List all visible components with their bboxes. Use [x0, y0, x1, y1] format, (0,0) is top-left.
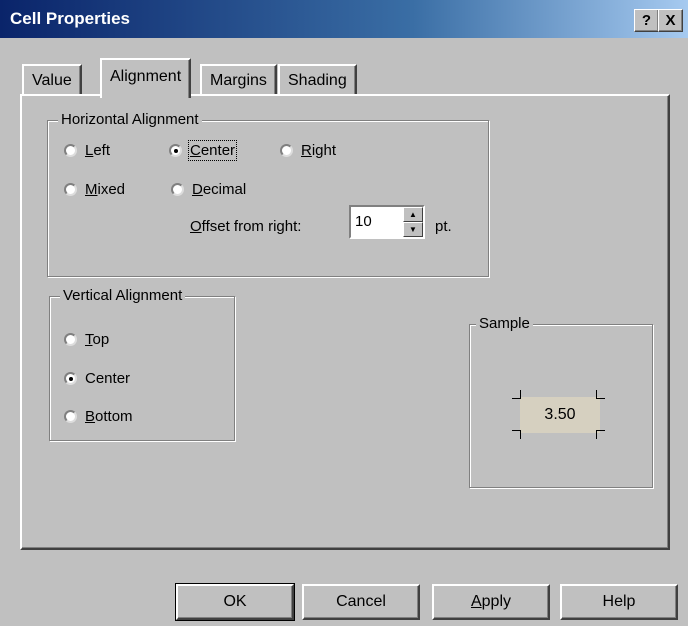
help-button[interactable]: ?	[634, 9, 659, 32]
radio-center-label: Center	[187, 140, 238, 161]
spin-down-button[interactable]: ▼	[403, 222, 423, 237]
radio-left[interactable]: Left	[64, 142, 110, 159]
tab-alignment[interactable]: Alignment	[100, 58, 192, 98]
radio-top-button[interactable]	[64, 333, 77, 346]
offset-unit-label: pt.	[435, 218, 452, 235]
help-dialog-button[interactable]: Help	[560, 584, 678, 620]
ok-button[interactable]: OK	[175, 583, 295, 621]
tab-value[interactable]: Value	[22, 64, 82, 96]
radio-left-label: Left	[85, 142, 111, 159]
window-title: Cell Properties	[10, 9, 130, 28]
apply-button[interactable]: Apply	[432, 584, 550, 620]
radio-mixed-label: Mixed	[85, 181, 126, 198]
sample-legend: Sample	[476, 315, 533, 332]
vertical-alignment-legend: Vertical Alignment	[60, 287, 186, 304]
tab-panel-alignment: Horizontal Alignment Left Center Right M…	[20, 94, 670, 550]
spin-up-button[interactable]: ▲	[403, 207, 423, 222]
sample-corner-bl	[512, 430, 521, 439]
radio-right-button[interactable]	[280, 144, 293, 157]
radio-bottom[interactable]: Bottom	[64, 408, 133, 425]
radio-right-label: Right	[301, 142, 337, 159]
radio-vcenter-button[interactable]	[64, 372, 77, 385]
sample-corner-br	[596, 430, 605, 439]
radio-top-label: Top	[85, 331, 110, 348]
radio-vcenter[interactable]: Center	[64, 370, 130, 387]
radio-top[interactable]: Top	[64, 331, 109, 348]
radio-center[interactable]: Center	[169, 140, 238, 161]
radio-mixed-button[interactable]	[64, 183, 77, 196]
radio-center-button[interactable]	[169, 144, 182, 157]
close-button[interactable]: X	[658, 9, 683, 32]
offset-from-right-label: Offset from right:	[190, 218, 302, 235]
horizontal-alignment-legend: Horizontal Alignment	[58, 111, 202, 128]
horizontal-alignment-group: Horizontal Alignment Left Center Right M…	[47, 111, 489, 277]
sample-preview: 3.50	[520, 397, 600, 433]
radio-decimal-label: Decimal	[192, 181, 247, 198]
sample-corner-tl	[512, 390, 521, 399]
vertical-alignment-group: Vertical Alignment Top Center Bottom	[49, 287, 235, 441]
sample-corner-tr	[596, 390, 605, 399]
radio-decimal[interactable]: Decimal	[171, 181, 246, 198]
tab-shading[interactable]: Shading	[278, 64, 357, 96]
radio-decimal-button[interactable]	[171, 183, 184, 196]
radio-right[interactable]: Right	[280, 142, 336, 159]
title-bar[interactable]: Cell Properties ? X	[0, 0, 688, 38]
radio-mixed[interactable]: Mixed	[64, 181, 125, 198]
radio-left-button[interactable]	[64, 144, 77, 157]
radio-bottom-label: Bottom	[85, 408, 133, 425]
offset-spinner[interactable]: 10 ▲ ▼	[349, 205, 425, 239]
cancel-button[interactable]: Cancel	[302, 584, 420, 620]
radio-vcenter-label: Center	[85, 370, 131, 387]
tab-margins[interactable]: Margins	[200, 64, 277, 96]
radio-bottom-button[interactable]	[64, 410, 77, 423]
offset-value-input[interactable]: 10	[355, 213, 372, 230]
